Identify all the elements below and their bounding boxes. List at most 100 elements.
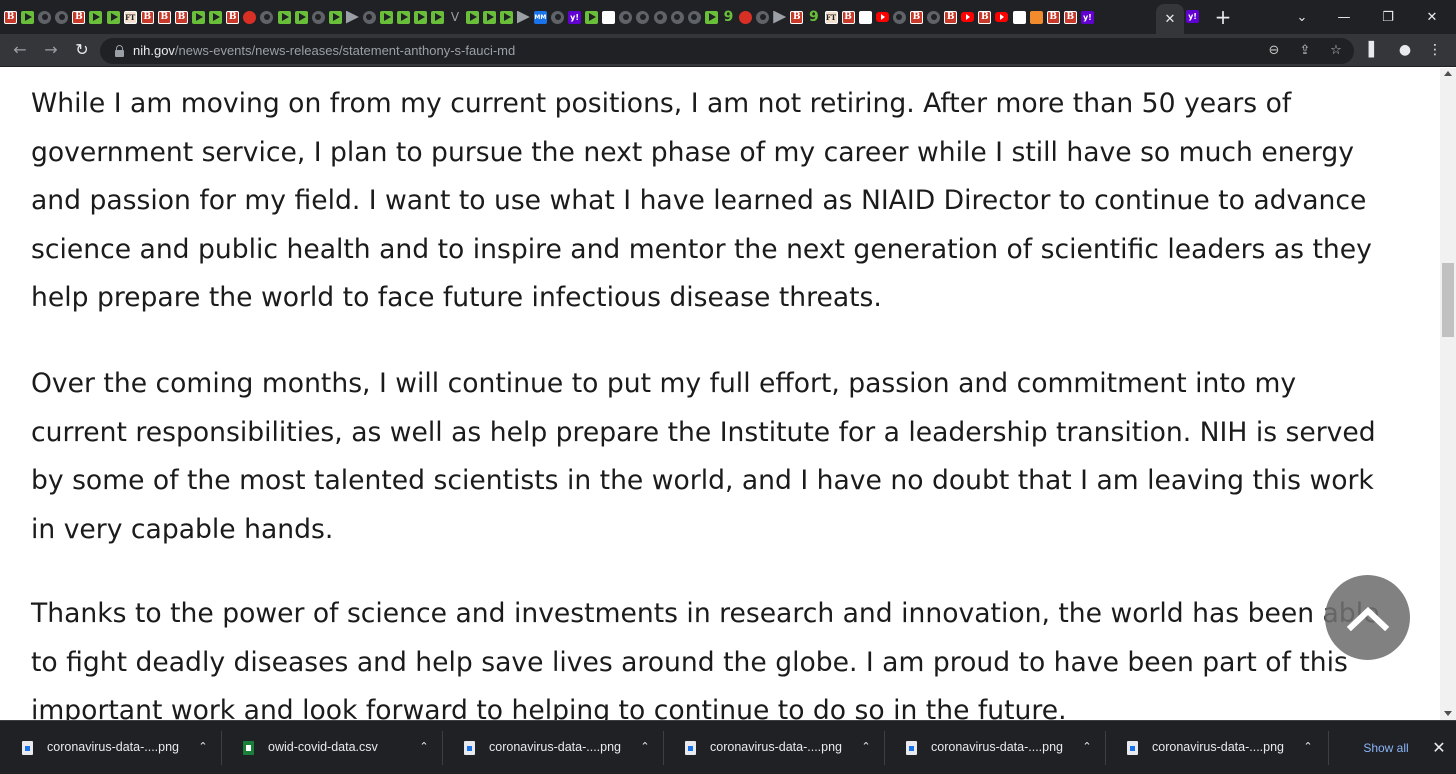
tab-favicon-vv-icon[interactable]: V — [448, 10, 461, 24]
restore-button[interactable]: ❐ — [1366, 0, 1410, 34]
tab-favicon-bi-icon[interactable]: B — [157, 10, 171, 24]
new-tab-button[interactable]: + — [1212, 4, 1234, 30]
tab-favicon-yt-icon[interactable] — [961, 12, 975, 22]
window-close-button[interactable]: ✕ — [1410, 0, 1454, 34]
tab-favicon-gr-icon[interactable] — [756, 10, 770, 24]
tab-favicon-gp-icon[interactable] — [106, 10, 120, 24]
tab-favicon-bi-icon[interactable]: B — [944, 10, 958, 24]
tab-favicon-gr-icon[interactable] — [670, 10, 684, 24]
tab-favicon-ft-icon[interactable]: FT — [123, 10, 137, 24]
tab-favicon-gp-icon[interactable] — [89, 10, 103, 24]
tab-favicon-or-icon[interactable] — [1029, 10, 1043, 24]
scroll-down-arrow-icon[interactable] — [1444, 711, 1452, 716]
tab-favicon-gr-icon[interactable] — [55, 10, 69, 24]
tab-favicon-bi-icon[interactable]: B — [841, 10, 855, 24]
tab-favicon-yt-icon[interactable] — [995, 12, 1009, 22]
tab-favicon-g9-icon[interactable]: 9 — [807, 10, 820, 24]
tab-favicon-gr-icon[interactable] — [892, 10, 906, 24]
download-item[interactable]: coronavirus-data-....png ⌃ — [0, 721, 221, 774]
tab-favicon-gy-icon[interactable] — [516, 10, 530, 24]
browser-menu-icon[interactable]: ⋮ — [1422, 37, 1448, 63]
tab-favicon-bi-icon[interactable]: B — [978, 10, 992, 24]
tab-favicon-yt-icon[interactable] — [875, 12, 889, 22]
back-to-top-button[interactable] — [1325, 575, 1410, 660]
download-options-chevron-icon[interactable]: ⌃ — [1301, 739, 1315, 755]
tab-favicon-gr-icon[interactable] — [653, 10, 667, 24]
tab-favicon-gp-icon[interactable] — [585, 10, 599, 24]
tab-favicon-yh-icon[interactable]: y! — [1080, 10, 1094, 24]
download-options-chevron-icon[interactable]: ⌃ — [196, 739, 210, 755]
scrollbar-thumb[interactable] — [1442, 263, 1454, 337]
download-options-chevron-icon[interactable]: ⌃ — [638, 739, 652, 755]
tab-favicon-gp-icon[interactable] — [294, 10, 308, 24]
tab-favicon-gr-icon[interactable] — [311, 10, 325, 24]
zoom-icon[interactable]: ⊖ — [1265, 42, 1283, 60]
tab-favicon-gp-icon[interactable] — [431, 10, 445, 24]
tab-favicon-gp-icon[interactable] — [380, 10, 394, 24]
tab-favicon-gr-icon[interactable] — [619, 10, 633, 24]
close-tab-icon[interactable]: ✕ — [1165, 12, 1176, 27]
tab-favicon-wh-icon[interactable] — [602, 10, 616, 24]
address-bar[interactable]: nih.gov/news-events/news-releases/statem… — [100, 38, 1354, 64]
share-icon[interactable]: ⇪ — [1296, 42, 1314, 60]
tab-favicon-gp-icon[interactable] — [414, 10, 428, 24]
tab-favicon-gr-icon[interactable] — [260, 10, 274, 24]
tab-favicon-bi-icon[interactable]: B — [1046, 10, 1060, 24]
tab-favicon-gy-icon[interactable] — [773, 10, 787, 24]
tab-favicon-gp-icon[interactable] — [499, 10, 513, 24]
tab-favicon-gr-icon[interactable] — [687, 10, 701, 24]
tab-favicon-rd-icon[interactable] — [243, 10, 257, 24]
tab-favicon-gp-icon[interactable] — [21, 10, 35, 24]
tab-favicon-wh-icon[interactable] — [1012, 10, 1026, 24]
tab-favicon-gp-icon[interactable] — [209, 10, 223, 24]
tab-favicon-gr-icon[interactable] — [551, 10, 564, 24]
bookmark-star-icon[interactable]: ☆ — [1327, 42, 1345, 60]
tab-favicon-ab-icon[interactable]: MM — [533, 10, 547, 24]
download-item[interactable]: owid-covid-data.csv ⌃ — [221, 721, 442, 774]
download-options-chevron-icon[interactable]: ⌃ — [417, 739, 431, 755]
tab-favicon-rd-icon[interactable] — [739, 10, 753, 24]
show-all-downloads-link[interactable]: Show all — [1352, 739, 1420, 757]
tab-favicon-gr-icon[interactable] — [38, 10, 52, 24]
side-panel-icon[interactable]: ▌ — [1361, 37, 1387, 63]
tab-search-icon[interactable]: ⌄ — [1280, 0, 1324, 34]
download-item[interactable]: coronavirus-data-....png ⌃ — [442, 721, 663, 774]
active-tab[interactable]: ✕ — [1156, 4, 1184, 34]
tab-favicon-gy-icon[interactable] — [345, 10, 359, 24]
tab-favicon-yahoo[interactable]: y! — [1186, 10, 1199, 23]
tab-favicon-gr-icon[interactable] — [927, 10, 941, 24]
lock-icon[interactable] — [115, 45, 124, 57]
tab-favicon-ft-icon[interactable]: FT — [824, 10, 838, 24]
reload-button[interactable]: ↻ — [69, 37, 95, 63]
tab-favicon-gr-icon[interactable] — [362, 10, 376, 24]
tab-favicon-bi-icon[interactable]: B — [226, 10, 240, 24]
back-button[interactable]: ← — [7, 37, 33, 63]
tab-favicon-gp-icon[interactable] — [328, 10, 342, 24]
tab-favicon-wh-icon[interactable] — [858, 10, 872, 24]
tab-favicon-gp-icon[interactable] — [704, 10, 718, 24]
tab-favicon-g9-icon[interactable]: 9 — [722, 10, 735, 24]
tab-favicon-gr-icon[interactable] — [636, 10, 650, 24]
url-text[interactable]: nih.gov/news-events/news-releases/statem… — [133, 43, 515, 59]
tab-favicon-bi-icon[interactable]: B — [140, 10, 154, 24]
download-options-chevron-icon[interactable]: ⌃ — [859, 739, 873, 755]
tab-favicon-gp-icon[interactable] — [192, 10, 206, 24]
tab-favicon-bi-icon[interactable]: B — [1063, 10, 1077, 24]
tab-favicon-gp-icon[interactable] — [397, 10, 411, 24]
download-options-chevron-icon[interactable]: ⌃ — [1080, 739, 1094, 755]
download-item[interactable]: coronavirus-data-....png ⌃ — [1105, 721, 1326, 774]
profile-avatar-icon[interactable]: ● — [1392, 37, 1418, 63]
tab-favicon-bi-icon[interactable]: B — [72, 10, 86, 24]
forward-button[interactable]: → — [38, 37, 64, 63]
minimize-button[interactable]: — — [1322, 0, 1366, 34]
scroll-up-arrow-icon[interactable] — [1444, 71, 1452, 76]
tab-favicon-bi-icon[interactable]: B — [909, 10, 923, 24]
tab-favicon-gp-icon[interactable] — [482, 10, 496, 24]
tab-favicon-bi-icon[interactable]: B — [790, 10, 804, 24]
download-item[interactable]: coronavirus-data-....png ⌃ — [663, 721, 884, 774]
tab-favicon-gp-icon[interactable] — [277, 10, 291, 24]
close-download-shelf-icon[interactable]: ✕ — [1428, 737, 1450, 759]
page-scrollbar[interactable] — [1440, 68, 1456, 720]
tab-favicon-bi-icon[interactable]: B — [174, 10, 188, 24]
tab-favicon-bi-icon[interactable]: B — [4, 10, 17, 24]
